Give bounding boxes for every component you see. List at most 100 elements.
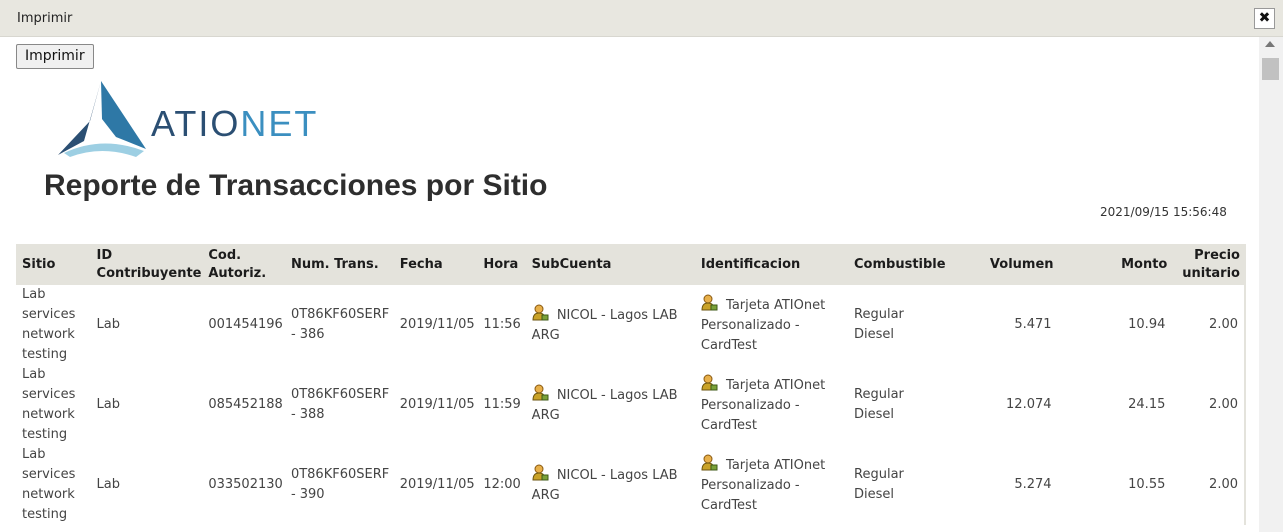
cell-num-trans: 0T86KF60SERF - 390 (285, 445, 394, 525)
cell-text: 5.471 (1014, 317, 1052, 332)
cell-text-line: 0T86KF60SERF (290, 307, 390, 322)
cell-text-line: Lab (22, 447, 46, 462)
cell-volumen: 5.274 (971, 445, 1058, 525)
col-header-num-trans-label: Num. Trans. (290, 256, 379, 272)
cell-text: 24.15 (1128, 397, 1166, 412)
report-date: 2021/09/15 15:56:48 (1100, 205, 1227, 219)
cell-num-trans: 0T86KF60SERF - 386 (285, 285, 394, 365)
cell-cod-autoriz: 085452188 (202, 365, 285, 445)
cell-fecha: 2019/11/05 (394, 285, 478, 365)
col-header-identificacion: Identificacion (694, 244, 849, 285)
cell-text-line: CardTest (700, 418, 757, 433)
cell-hora: 12:00 (477, 445, 525, 525)
cell-text-line: NICOL - Lagos LAB (556, 308, 678, 323)
scroll-up-arrow-icon[interactable] (1265, 41, 1275, 47)
cell-precio-unitario: 2.00 (1171, 365, 1246, 445)
cell-subcuenta: NICOL - Lagos LAB ARG (526, 285, 695, 365)
cell-precio-unitario: 2.00 (1171, 445, 1246, 525)
cell-text: 11:56 (483, 317, 521, 332)
cell-precio-unitario: 2.00 (1171, 285, 1246, 365)
cell-text: 10.94 (1128, 317, 1166, 332)
cell-text: 033502130 (208, 477, 283, 492)
print-button[interactable]: Imprimir (16, 44, 94, 69)
logo-wordmark: ATIONET (151, 103, 318, 145)
cell-monto: 24.15 (1058, 365, 1172, 445)
cell-text-line: network (22, 407, 75, 422)
cell-text-line: testing (22, 507, 68, 522)
cell-text: Lab (96, 397, 120, 412)
cell-text-line: Personalizado - (700, 318, 800, 333)
cell-text-line: Tarjeta ATIOnet (726, 298, 826, 313)
col-header-fecha-label: Fecha (399, 256, 443, 272)
cell-text: 5.274 (1014, 477, 1052, 492)
cell-text-line: NICOL - Lagos LAB (556, 468, 678, 483)
dialog-titlebar: Imprimir ✖ (0, 0, 1283, 37)
cell-text-line: network (22, 487, 75, 502)
cell-text: 2019/11/05 (399, 317, 475, 332)
cell-fecha: 2019/11/05 (394, 365, 478, 445)
cell-text-line: services (22, 387, 76, 402)
cell-text: 2019/11/05 (399, 477, 475, 492)
col-header-combustible-label: Combustible (854, 256, 946, 272)
transactions-table: Sitio ID Contribuyente Cod. Autoriz. Num. … (16, 244, 1246, 525)
cell-num-trans: 0T86KF60SERF - 388 (285, 365, 394, 445)
scrollbar-thumb[interactable] (1262, 58, 1279, 80)
cell-hora: 11:59 (477, 365, 525, 445)
cell-text-line: CardTest (700, 338, 757, 353)
cell-text-line: ARG (531, 408, 560, 423)
cell-id-contribuyente: Lab (91, 365, 203, 445)
table-row: Lab services network testing Lab 033502130 0T8… (16, 445, 1246, 525)
col-header-cod-line2: Autoriz. (208, 265, 267, 281)
cell-combustible: Regular Diesel (848, 365, 971, 445)
cell-text: 11:59 (483, 397, 521, 412)
table-row: Lab services network testing Lab 001454196 0T8… (16, 285, 1246, 365)
cell-text-line: services (22, 467, 76, 482)
table-body: Lab services network testing Lab 001454196 0T8… (16, 285, 1246, 525)
cell-text: 12:00 (483, 477, 521, 492)
col-header-num-trans: Num. Trans. (284, 244, 394, 285)
cell-subcuenta: NICOL - Lagos LAB ARG (526, 445, 695, 525)
cell-text-line: services (22, 307, 76, 322)
vertical-scrollbar[interactable] (1259, 37, 1283, 532)
atio-net-logo: ATIONET (56, 79, 346, 159)
cell-text: 2.00 (1209, 397, 1238, 412)
cell-monto: 10.55 (1058, 445, 1172, 525)
cell-text-line: testing (22, 427, 68, 442)
cell-text: Lab (96, 317, 120, 332)
cell-sitio: Lab services network testing (16, 285, 91, 365)
cell-identificacion: Tarjeta ATIOnet Personalizado - CardTest (695, 285, 848, 365)
cell-combustible: Regular Diesel (848, 445, 971, 525)
cell-text-line: Regular (854, 467, 904, 482)
col-header-volumen-label: Volumen (989, 256, 1054, 272)
user-icon (701, 454, 718, 471)
cell-text-line: ARG (531, 328, 560, 343)
cell-text-line: Regular (854, 307, 904, 322)
cell-text-line: testing (22, 347, 68, 362)
table-header-row: Sitio ID Contribuyente Cod. Autoriz. Num. … (16, 244, 1246, 285)
user-icon (532, 384, 549, 401)
col-header-fecha: Fecha (393, 244, 478, 285)
cell-sitio: Lab services network testing (16, 445, 91, 525)
cell-text-line: Personalizado - (700, 398, 800, 413)
col-header-hora: Hora (477, 244, 526, 285)
cell-hora: 11:56 (477, 285, 525, 365)
cell-text: 2.00 (1209, 477, 1238, 492)
close-button[interactable]: ✖ (1254, 8, 1275, 29)
cell-text: 12.074 (1006, 397, 1052, 412)
cell-identificacion: Tarjeta ATIOnet Personalizado - CardTest (695, 365, 848, 445)
user-icon (701, 294, 718, 311)
user-icon (701, 374, 718, 391)
dialog-title: Imprimir (17, 11, 73, 26)
cell-text-line: Tarjeta ATIOnet (726, 378, 826, 393)
col-header-precio-line1: Precio (1194, 247, 1240, 263)
cell-identificacion: Tarjeta ATIOnet Personalizado - CardTest (695, 445, 848, 525)
cell-text-line: 0T86KF60SERF (290, 387, 390, 402)
cell-text-line: Regular (854, 387, 904, 402)
col-header-monto-label: Monto (1121, 256, 1168, 272)
col-header-monto: Monto (1057, 244, 1172, 285)
close-icon: ✖ (1258, 10, 1271, 26)
col-header-identificacion-label: Identificacion (700, 256, 801, 272)
cell-monto: 10.94 (1058, 285, 1172, 365)
cell-text-line: - 386 (290, 327, 325, 342)
cell-text: 10.55 (1128, 477, 1166, 492)
